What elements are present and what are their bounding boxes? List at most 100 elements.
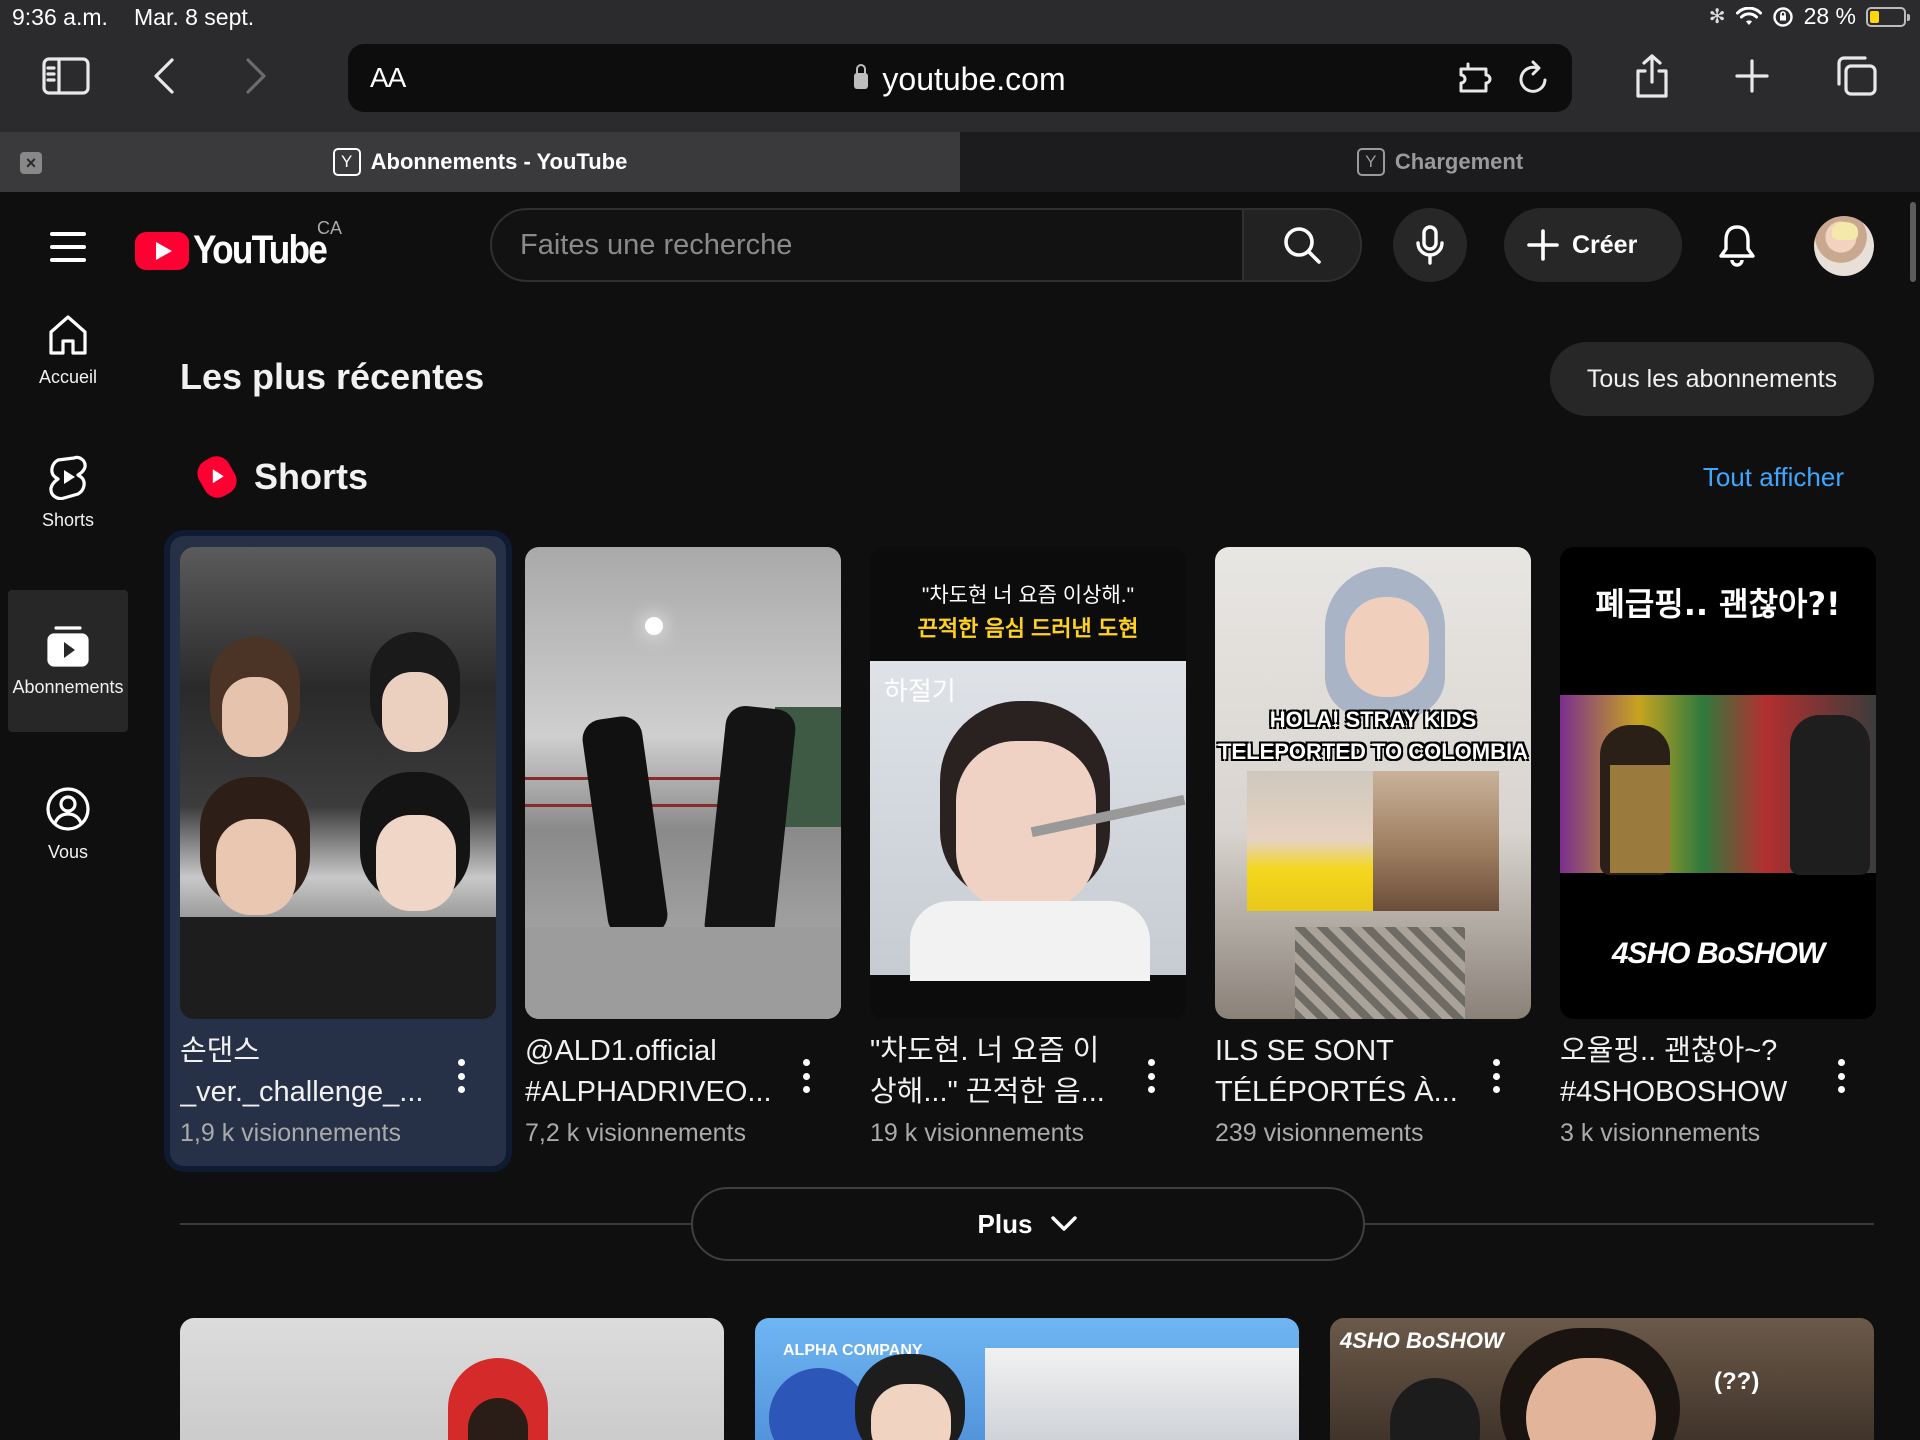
thumbnail-caption: HOLA! STRAY KIDS xyxy=(1269,707,1477,732)
short-card[interactable]: 손댄스 _ver._challenge_... 1,9 k visionneme… xyxy=(180,547,496,1167)
short-views: 19 k visionnements xyxy=(870,1119,1085,1147)
show-more-button[interactable]: Plus xyxy=(691,1187,1365,1261)
battery-level xyxy=(1870,10,1879,23)
reload-icon xyxy=(1519,60,1547,93)
bell-icon xyxy=(1719,225,1755,267)
thumbnail-caption: 폐급핑.. 괜찮아?! xyxy=(1595,585,1841,623)
tab-abonnements[interactable]: × Y Abonnements - YouTube xyxy=(0,132,960,192)
short-title[interactable]: ILS SE SONT TÉLÉPORTÉS À... xyxy=(1215,1031,1470,1113)
page-scrollbar[interactable] xyxy=(1910,202,1916,282)
chevron-down-icon xyxy=(1051,1216,1078,1231)
browser-toolbar: AA youtube.com xyxy=(0,36,1920,132)
lock-icon xyxy=(854,64,869,89)
new-tab-button[interactable] xyxy=(1722,48,1782,104)
shorts-shelf-title: Shorts xyxy=(254,456,369,497)
avatar[interactable] xyxy=(1814,216,1874,276)
status-bar: 9:36 a.m. Mar. 8 sept. ✻ 28 % xyxy=(0,0,1920,36)
video-thumbnail[interactable]: ALPHA COMPANY xyxy=(755,1318,1299,1440)
short-title[interactable]: @ALD1.official #ALPHADRIVEO... xyxy=(525,1031,780,1113)
short-title[interactable]: "차도현. 너 요즘 이상해..." 끈적한 음... xyxy=(870,1031,1125,1113)
sidebar-icon xyxy=(42,57,90,95)
tab-title: Abonnements - YouTube xyxy=(370,149,628,174)
more-actions-button[interactable] xyxy=(1146,1059,1156,1093)
voice-search-button[interactable] xyxy=(1393,208,1467,282)
all-subscriptions-button[interactable]: Tous les abonnements xyxy=(1550,342,1874,416)
page-title: Les plus récentes xyxy=(180,356,485,397)
create-label: Créer xyxy=(1572,230,1638,259)
youtube-page: YouTube CA Créer Accueil Shorts Abonneme… xyxy=(0,192,1920,1440)
share-icon xyxy=(1636,54,1668,98)
back-button[interactable] xyxy=(134,48,194,104)
youtube-favicon-icon: Y xyxy=(1356,148,1385,176)
orientation-lock-icon xyxy=(1772,6,1793,27)
plus-icon xyxy=(1735,59,1769,93)
notifications-button[interactable] xyxy=(1712,220,1762,270)
short-card[interactable]: "차도현 너 요즘 이상해." 끈적한 음심 드러낸 도현 하절기 "차도현. … xyxy=(870,547,1186,1167)
guide-label: Shorts xyxy=(41,509,95,530)
thumbnail-caption: 하절기 xyxy=(884,677,956,707)
guide-label: Vous xyxy=(47,841,89,862)
channel-logo-text: 4SHO BoSHOW xyxy=(1340,1328,1504,1353)
tab-overview-button[interactable] xyxy=(1826,48,1886,104)
short-views: 1,9 k visionnements xyxy=(180,1119,401,1147)
country-code: CA xyxy=(317,218,343,238)
extensions-button[interactable] xyxy=(1456,58,1500,98)
more-actions-button[interactable] xyxy=(1491,1059,1501,1093)
video-thumbnail[interactable]: 4SHO BoSHOW (??) xyxy=(1330,1318,1874,1440)
channel-logo-text: 4SHO BoSHOW xyxy=(1611,937,1825,970)
share-button[interactable] xyxy=(1622,48,1682,104)
short-card[interactable]: 폐급핑.. 괜찮아?! 4SHO BoSHOW 오율핑.. 괜찮아~? #4SH… xyxy=(1560,547,1876,1167)
short-card[interactable]: HOLA! STRAY KIDS TELEPORTED TO COLOMBIA … xyxy=(1215,547,1531,1167)
youtube-logo[interactable]: YouTube xyxy=(135,228,344,273)
short-thumbnail[interactable]: "차도현 너 요즘 이상해." 끈적한 음심 드러낸 도현 하절기 xyxy=(870,547,1186,1019)
youtube-play-icon xyxy=(135,231,189,270)
more-actions-button[interactable] xyxy=(801,1059,811,1093)
video-thumbnail[interactable] xyxy=(180,1318,724,1440)
more-actions-button[interactable] xyxy=(456,1059,466,1093)
more-actions-button[interactable] xyxy=(1836,1059,1846,1093)
extension-icon xyxy=(1459,62,1492,93)
guide-item-shorts[interactable]: Shorts xyxy=(8,422,128,562)
plus-icon xyxy=(1527,229,1559,261)
guide-label: Abonnements xyxy=(12,676,124,697)
short-title[interactable]: 오율핑.. 괜찮아~? #4SHOBOSHOW ... xyxy=(1560,1031,1815,1113)
short-title[interactable]: 손댄스 _ver._challenge_... xyxy=(180,1031,435,1113)
url-display[interactable]: youtube.com xyxy=(348,61,1572,98)
shorts-icon xyxy=(49,455,87,500)
tab-bar: × Y Abonnements - YouTube Y Chargement xyxy=(0,132,1920,192)
menu-button[interactable] xyxy=(50,232,86,262)
thumbnail-caption: TELEPORTED TO COLOMBIA xyxy=(1217,739,1529,764)
short-thumbnail[interactable]: 폐급핑.. 괜찮아?! 4SHO BoSHOW xyxy=(1560,547,1876,1019)
short-thumbnail[interactable] xyxy=(525,547,841,1019)
guide-item-accueil[interactable]: Accueil xyxy=(8,280,128,420)
search-button[interactable] xyxy=(1242,210,1360,280)
short-views: 239 visionnements xyxy=(1215,1119,1424,1147)
short-views: 3 k visionnements xyxy=(1560,1119,1761,1147)
short-thumbnail[interactable]: HOLA! STRAY KIDS TELEPORTED TO COLOMBIA xyxy=(1215,547,1531,1019)
status-indicators: ✻ 28 % xyxy=(1709,3,1910,30)
chevron-right-icon xyxy=(246,58,266,94)
guide-item-abonnements[interactable]: Abonnements xyxy=(8,590,128,732)
guide-label: Accueil xyxy=(38,366,98,387)
account-icon xyxy=(46,786,90,831)
create-button[interactable]: Créer xyxy=(1504,208,1682,282)
see-all-link[interactable]: Tout afficher xyxy=(1703,462,1844,493)
battery-icon xyxy=(1866,6,1910,27)
tab-chargement[interactable]: Y Chargement xyxy=(960,132,1920,192)
guide-item-vous[interactable]: Vous xyxy=(8,754,128,894)
status-time: 9:36 a.m. xyxy=(12,4,108,30)
short-thumbnail[interactable] xyxy=(180,547,496,1019)
reload-button[interactable] xyxy=(1512,58,1556,98)
youtube-favicon-icon: Y xyxy=(332,148,361,176)
forward-button[interactable] xyxy=(226,48,286,104)
shorts-shelf-header: Shorts xyxy=(192,451,369,503)
address-bar[interactable]: AA youtube.com xyxy=(348,44,1572,112)
search-input[interactable] xyxy=(520,210,1220,280)
status-date: Mar. 8 sept. xyxy=(134,4,255,30)
close-tab-icon[interactable]: × xyxy=(20,152,42,174)
sidebar-toggle-button[interactable] xyxy=(36,48,96,104)
short-views: 7,2 k visionnements xyxy=(525,1119,746,1147)
chevron-left-icon xyxy=(154,58,174,94)
thumbnail-caption: "차도현 너 요즘 이상해." xyxy=(921,584,1135,607)
short-card[interactable]: @ALD1.official #ALPHADRIVEO... 7,2 k vis… xyxy=(525,547,841,1167)
